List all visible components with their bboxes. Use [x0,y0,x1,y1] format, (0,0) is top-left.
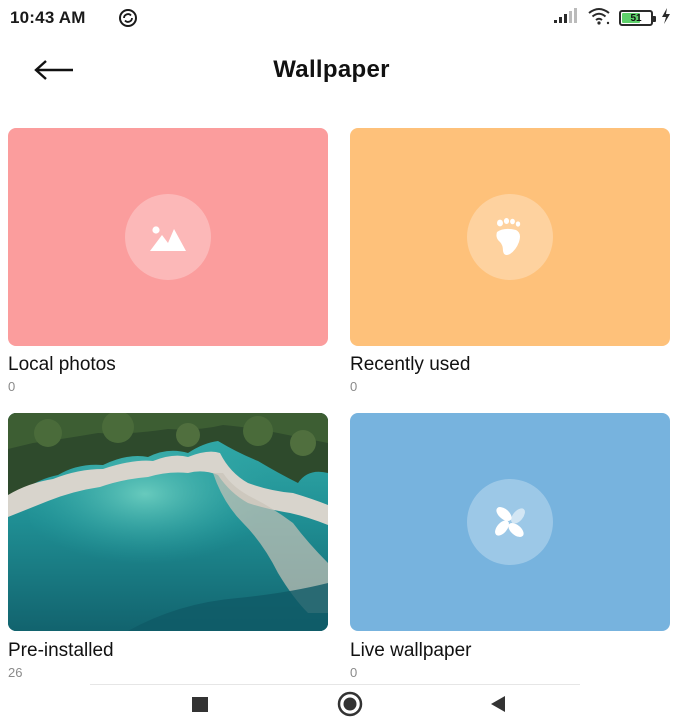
charging-icon [661,7,671,29]
header: Wallpaper [0,44,673,100]
battery-level: 51 [630,12,642,24]
back-triangle-icon [487,693,509,720]
pinwheel-icon [467,479,553,565]
recents-button[interactable] [180,692,220,720]
tile-live-wallpaper[interactable]: Live wallpaper 0 [350,413,670,680]
signal-icon [553,7,579,29]
home-button[interactable] [330,691,370,722]
local-photos-count: 0 [8,379,16,394]
page-title: Wallpaper [273,56,390,83]
sync-circle-icon [118,8,138,28]
tile-recently-used[interactable]: Recently used 0 [350,128,670,394]
nav-divider [90,684,580,685]
back-nav-button[interactable] [478,692,518,720]
live-wallpaper-count: 0 [350,665,358,680]
recently-used-card[interactable] [350,128,670,346]
recently-used-count: 0 [350,379,358,394]
local-photos-label: Local photos [8,354,116,375]
recents-square-icon [190,694,210,719]
battery-icon: 51 [619,10,656,26]
pre-installed-card[interactable] [8,413,328,631]
home-circle-icon [337,691,363,722]
tile-local-photos[interactable]: Local photos 0 [8,128,328,394]
local-photos-card[interactable] [8,128,328,346]
tile-pre-installed[interactable]: Pre-installed 26 [8,413,328,680]
footprint-icon [467,194,553,280]
live-wallpaper-label: Live wallpaper [350,640,472,661]
status-bar: 10:43 AM 51 [0,0,673,40]
status-time: 10:43 AM [10,8,86,27]
pre-installed-count: 26 [8,665,23,680]
live-wallpaper-card[interactable] [350,413,670,631]
pre-installed-label: Pre-installed [8,640,114,661]
image-icon [125,194,211,280]
recently-used-label: Recently used [350,354,471,375]
wifi-icon [587,7,611,30]
status-icons: 51 [553,7,671,30]
preview-image [8,413,328,631]
